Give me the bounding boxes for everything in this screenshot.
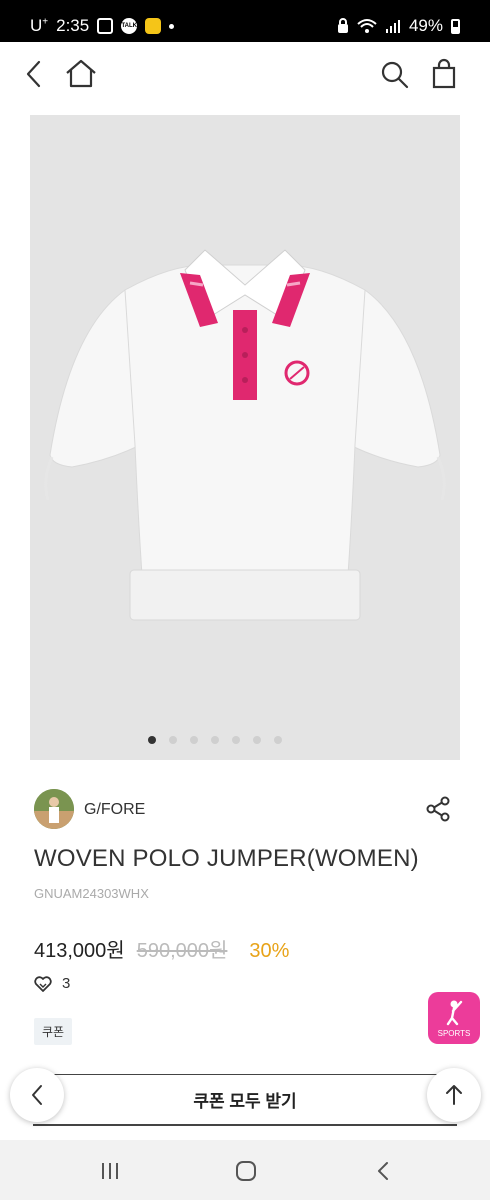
app-notification-icon [145,18,162,34]
home-circle-icon [236,1161,256,1181]
app-header [0,42,490,106]
search-button[interactable] [376,56,412,92]
chevron-left-icon [26,60,41,88]
wifi-icon [357,19,377,33]
signal-icon [385,20,400,33]
carrier-label: U+ [30,16,48,36]
back-icon [378,1162,388,1180]
scroll-top-button[interactable] [427,1068,481,1122]
back-nav-button[interactable] [370,1158,396,1184]
original-price: 590,000원 [136,940,228,962]
share-icon [426,796,450,822]
sports-badge-label: SPORTS [437,1029,471,1038]
more-notifications-icon [169,23,175,29]
battery-icon [451,18,460,34]
like-row[interactable]: 3 [34,975,70,992]
carrier-name: U [30,16,43,35]
recents-icon [102,1163,118,1179]
home-nav-button[interactable] [233,1158,259,1184]
pagination-dot[interactable] [274,736,282,744]
sports-badge[interactable]: SPORTS [428,992,480,1044]
pagination-dot[interactable] [253,736,261,744]
gallery-notification-icon [97,18,114,34]
pagination-dot[interactable] [232,736,240,744]
like-count: 3 [62,975,71,992]
status-left: U+ 2:35 TALK [30,16,175,36]
shopping-bag-icon [432,58,456,89]
carrier-sup: + [42,16,49,28]
brand-avatar-image [34,789,74,829]
battery-percent: 49% [408,16,443,35]
clock: 2:35 [56,16,90,35]
talk-notification-icon: TALK [121,18,138,34]
polo-jumper-image [44,249,446,621]
brand-row: G/FORE [34,789,456,829]
discount-rate: 30% [249,940,290,962]
product-code: GNUAM24303WHX [34,886,149,901]
home-button[interactable] [63,56,99,92]
heart-icon[interactable] [34,975,52,992]
sale-price: 413,000원 [34,940,125,962]
cart-button[interactable] [426,56,462,92]
search-icon [381,61,409,89]
product-image-gallery[interactable] [30,115,460,760]
golfer-icon [446,1000,463,1026]
pagination-dot[interactable] [169,736,177,744]
coupon-download-label: 쿠폰 모두 받기 [193,1092,297,1111]
floating-back-button[interactable] [10,1068,64,1122]
pagination-dot[interactable] [190,736,198,744]
pagination-dot[interactable] [211,736,219,744]
status-right: 49% [337,16,460,36]
brand-avatar[interactable] [34,789,74,829]
chevron-left-icon [32,1085,42,1105]
price-row: 413,000원 590,000원 30% [34,934,289,963]
system-nav-bar [0,1140,490,1200]
home-icon [66,59,96,88]
coupon-tag: 쿠폰 [34,1018,73,1045]
image-pagination [30,736,460,744]
coupon-download-all-button[interactable]: 쿠폰 모두 받기 [33,1074,457,1126]
recents-button[interactable] [97,1158,123,1184]
product-title: WOVEN POLO JUMPER(WOMEN) [34,845,419,872]
brand-name[interactable]: G/FORE [84,801,145,819]
lock-icon [337,18,348,33]
arrow-up-icon [446,1085,462,1105]
back-button[interactable] [16,56,52,92]
status-bar: U+ 2:35 TALK 49% [0,0,490,42]
share-button[interactable] [424,795,452,823]
pagination-dot[interactable] [148,736,156,744]
